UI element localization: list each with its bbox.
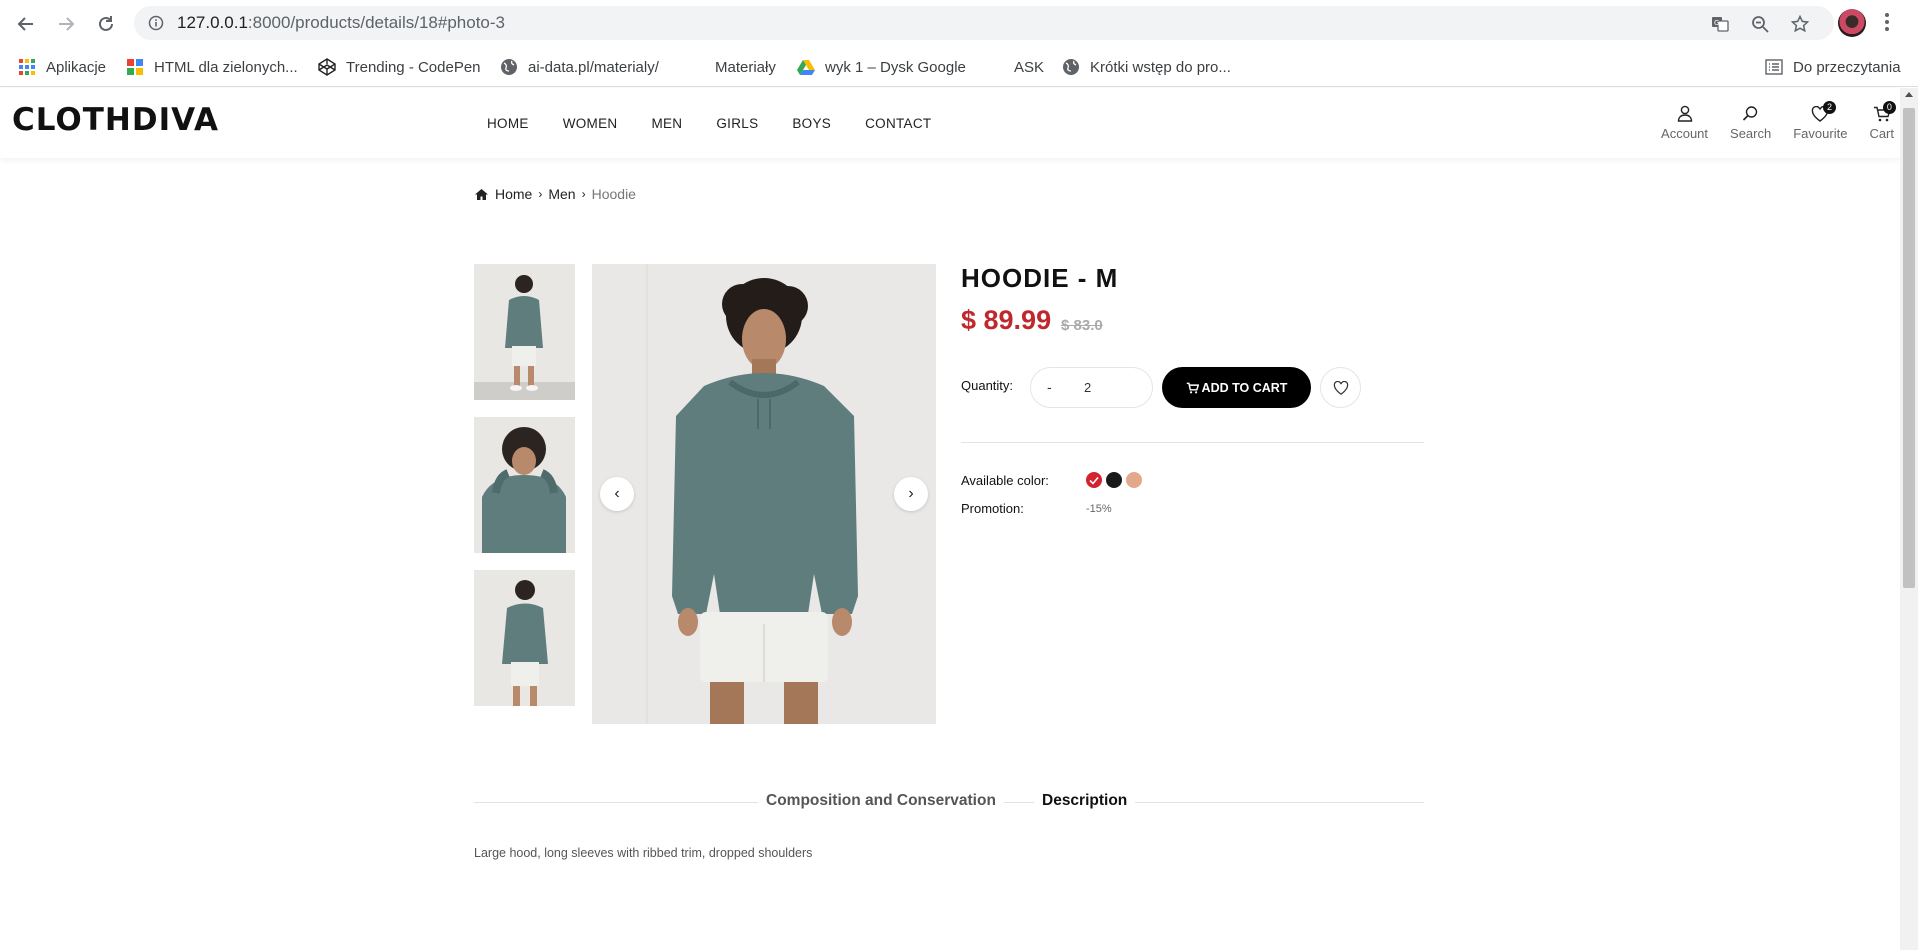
folder-icon (687, 58, 705, 76)
bookmark-html[interactable]: HTML dla zielonych... (126, 47, 298, 87)
search-button[interactable]: Search (1730, 88, 1771, 158)
add-to-cart-button[interactable]: ADD TO CART (1162, 367, 1311, 408)
nav-contact[interactable]: CONTACT (865, 116, 931, 131)
prev-photo-button[interactable]: ‹ (600, 477, 634, 511)
browser-menu-icon[interactable] (1884, 11, 1890, 38)
tab-composition[interactable]: Composition and Conservation (758, 792, 1004, 810)
heart-icon (1333, 380, 1348, 395)
chevron-right-icon: › (538, 187, 543, 201)
back-arrow-icon (17, 17, 33, 31)
svg-text:G: G (1714, 19, 1719, 27)
bookmark-apps[interactable]: Aplikacje (18, 47, 106, 87)
apps-grid-icon (18, 58, 36, 76)
product-thumbnail-3[interactable] (474, 570, 575, 706)
globe-icon (500, 58, 518, 76)
available-color-label: Available color: (961, 473, 1049, 488)
browser-toolbar: 127.0.0.1:8000/products/details/18#photo… (0, 0, 1918, 47)
bookmark-google-drive[interactable]: wyk 1 – Dysk Google (797, 47, 966, 87)
home-icon (475, 188, 488, 200)
breadcrumb-home[interactable]: Home (495, 186, 532, 202)
tab-description[interactable]: Description (1034, 792, 1136, 810)
quantity-minus-button[interactable]: - (1047, 379, 1052, 395)
product-price: $ 89.99 (961, 305, 1052, 335)
favourite-label: Favourite (1793, 125, 1848, 141)
html-bookmark-icon (126, 58, 144, 76)
color-swatch-beige[interactable] (1126, 472, 1142, 488)
breadcrumb-men[interactable]: Men (548, 186, 575, 202)
quantity-stepper[interactable]: - 2 (1030, 367, 1153, 408)
folder-icon (986, 58, 1004, 76)
nav-home[interactable]: HOME (487, 116, 529, 131)
cart-count-badge: 0 (1882, 101, 1896, 114)
profile-avatar[interactable] (1838, 9, 1866, 37)
nav-boys[interactable]: BOYS (792, 116, 831, 131)
bookmark-ask[interactable]: ASK (986, 47, 1044, 87)
forward-arrow-icon (59, 17, 75, 31)
chevron-right-icon: › (581, 187, 586, 201)
breadcrumb-current: Hoodie (591, 186, 636, 202)
bookmarks-bar: Aplikacje HTML dla zielonych... Trending… (0, 47, 1918, 87)
forward-button[interactable] (52, 10, 80, 38)
scrollbar-thumb[interactable] (1903, 108, 1915, 588)
header-actions: Account Search 2 Favourite 0 Cart (1639, 88, 1896, 158)
chevron-right-icon: › (908, 485, 914, 502)
nav-men[interactable]: MEN (651, 116, 682, 131)
favourite-count-badge: 2 (1823, 101, 1837, 114)
product-old-price: $ 83.0 (1061, 317, 1103, 334)
globe-icon (1062, 58, 1080, 76)
product-title: HOODIE - M (961, 263, 1119, 293)
site-info-icon[interactable] (148, 15, 164, 36)
url-text: 127.0.0.1:8000/products/details/18#photo… (177, 13, 505, 32)
add-to-cart-label: ADD TO CART (1201, 380, 1288, 395)
main-nav: HOME WOMEN MEN GIRLS BOYS CONTACT (470, 88, 948, 158)
promotion-value: -15% (1086, 503, 1112, 515)
check-icon (1089, 476, 1099, 485)
site-header: CLOTHDIVA HOME WOMEN MEN GIRLS BOYS CONT… (0, 88, 1900, 158)
google-drive-icon (797, 58, 815, 76)
reload-button[interactable] (92, 10, 120, 38)
color-swatch-black[interactable] (1106, 472, 1122, 488)
bookmark-krotki-wstep[interactable]: Krótki wstęp do pro... (1062, 47, 1231, 87)
breadcrumb: Home › Men › Hoodie (474, 186, 636, 202)
cart-label: Cart (1869, 125, 1894, 141)
bookmark-ai-data[interactable]: ai-data.pl/materialy/ (500, 47, 659, 87)
product-thumbnail-1[interactable] (474, 264, 575, 400)
codepen-icon (318, 58, 336, 76)
nav-women[interactable]: WOMEN (563, 116, 618, 131)
quantity-input[interactable]: 2 (1084, 380, 1091, 395)
info-divider (961, 442, 1424, 443)
search-icon (1743, 106, 1758, 121)
product-thumbnail-2[interactable] (474, 417, 575, 553)
reading-list-icon (1765, 58, 1783, 76)
site-logo[interactable]: CLOTHDIVA (12, 102, 219, 138)
address-bar[interactable]: 127.0.0.1:8000/products/details/18#photo… (134, 6, 1834, 40)
chevron-left-icon: ‹ (614, 485, 620, 502)
search-label: Search (1730, 126, 1772, 141)
next-photo-button[interactable]: › (894, 477, 928, 511)
quantity-label: Quantity: (961, 378, 1014, 393)
reading-list[interactable]: Do przeczytania (1765, 47, 1901, 87)
user-icon (1677, 105, 1692, 122)
product-main-photo (592, 264, 936, 724)
account-button[interactable]: Account (1661, 88, 1708, 158)
page-scrollbar[interactable] (1900, 88, 1918, 950)
cart-button[interactable]: 0 Cart (1869, 88, 1896, 158)
bookmark-codepen[interactable]: Trending - CodePen (318, 47, 481, 87)
reload-icon (99, 16, 113, 31)
nav-girls[interactable]: GIRLS (716, 116, 758, 131)
back-button[interactable] (12, 10, 40, 38)
bookmark-materialy[interactable]: Materiały (687, 47, 776, 87)
description-text: Large hood, long sleeves with ribbed tri… (474, 846, 813, 860)
favourite-button[interactable]: 2 Favourite (1793, 88, 1847, 158)
promotion-label: Promotion: (961, 501, 1024, 516)
add-to-wishlist-button[interactable] (1320, 367, 1361, 408)
zoom-icon[interactable] (1751, 15, 1769, 38)
scroll-up-arrow-icon[interactable] (1905, 92, 1913, 97)
account-label: Account (1661, 126, 1709, 141)
bookmark-star-icon[interactable] (1790, 14, 1810, 38)
color-swatch-red[interactable] (1086, 472, 1102, 488)
translate-icon[interactable]: G (1711, 15, 1729, 38)
cart-icon (1186, 382, 1199, 393)
